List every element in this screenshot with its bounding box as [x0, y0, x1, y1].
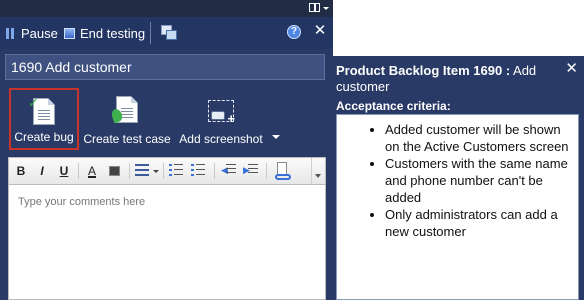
layout-icon	[309, 3, 320, 12]
action-bar: ✓ Create bug Create test case + Add scre…	[0, 84, 333, 154]
add-screenshot-button[interactable]: + Add screenshot	[177, 88, 265, 150]
snapshot-button[interactable]	[161, 25, 177, 40]
toolbar-divider	[150, 22, 151, 44]
acceptance-criteria-label: Acceptance criteria:	[336, 99, 451, 113]
backlog-item-heading: Product Backlog Item 1690 : Add customer	[336, 63, 556, 95]
backlog-item-panel: Product Backlog Item 1690 : Add customer…	[333, 56, 584, 300]
add-screenshot-dropdown-icon[interactable]	[272, 135, 280, 139]
align-icon[interactable]	[135, 164, 149, 176]
comment-placeholder: Type your comments here	[18, 196, 146, 208]
highlight-button[interactable]	[105, 162, 123, 180]
screenshot-camera-icon: +	[208, 100, 235, 125]
hyperlink-icon[interactable]	[275, 162, 291, 180]
help-icon[interactable]: ?	[287, 25, 301, 39]
list-item: Added customer will be shown on the Acti…	[385, 121, 570, 155]
chevron-down-icon[interactable]	[153, 170, 159, 173]
window-top-strip	[0, 0, 333, 17]
chevron-down-icon	[323, 7, 329, 10]
close-icon[interactable]: ✕	[312, 22, 328, 40]
testing-panel: Pause End testing ? ✕ 1690 Add customer …	[0, 0, 333, 300]
underline-button[interactable]: U	[55, 162, 73, 180]
end-testing-label: End testing	[80, 25, 146, 41]
stop-icon	[64, 27, 75, 39]
add-screenshot-label: Add screenshot	[179, 132, 263, 146]
pause-label: Pause	[21, 25, 58, 41]
bold-button[interactable]: B	[12, 162, 30, 180]
acceptance-criteria-list: Added customer will be shown on the Acti…	[337, 115, 578, 240]
italic-button[interactable]: I	[33, 162, 51, 180]
acceptance-criteria-box: Added customer will be shown on the Acti…	[336, 114, 579, 300]
create-bug-label: Create bug	[14, 130, 74, 144]
work-item-title-field[interactable]: 1690 Add customer	[5, 54, 325, 80]
create-test-case-button[interactable]: Create test case	[83, 88, 171, 150]
create-test-case-label: Create test case	[83, 132, 171, 146]
testing-toolbar: Pause End testing ? ✕	[0, 17, 333, 49]
close-icon[interactable]: ✕	[565, 61, 578, 77]
font-color-button[interactable]: A	[83, 162, 101, 180]
layout-switch-button[interactable]	[307, 1, 329, 16]
numbered-list-icon[interactable]	[191, 164, 205, 176]
pause-icon	[6, 27, 16, 39]
bulleted-list-icon[interactable]	[169, 164, 183, 176]
format-toolbar: B I U A ◀ ▶	[8, 157, 326, 185]
outdent-icon[interactable]: ◀	[221, 164, 236, 176]
create-bug-button[interactable]: ✓ Create bug	[9, 88, 79, 150]
bug-document-icon: ✓	[28, 95, 55, 125]
toolbar-overflow-button[interactable]	[311, 158, 324, 184]
test-case-document-icon	[110, 96, 138, 124]
pause-button[interactable]: Pause	[6, 24, 58, 42]
list-item: Only administrators can add a new custom…	[385, 206, 570, 240]
backlog-item-id: Product Backlog Item 1690 :	[336, 63, 511, 78]
comment-editor[interactable]: Type your comments here	[8, 185, 326, 300]
list-item: Customers with the same name and phone n…	[385, 155, 570, 206]
end-testing-button[interactable]: End testing	[64, 24, 145, 42]
indent-icon[interactable]: ▶	[243, 164, 258, 176]
highlight-icon	[108, 166, 120, 176]
